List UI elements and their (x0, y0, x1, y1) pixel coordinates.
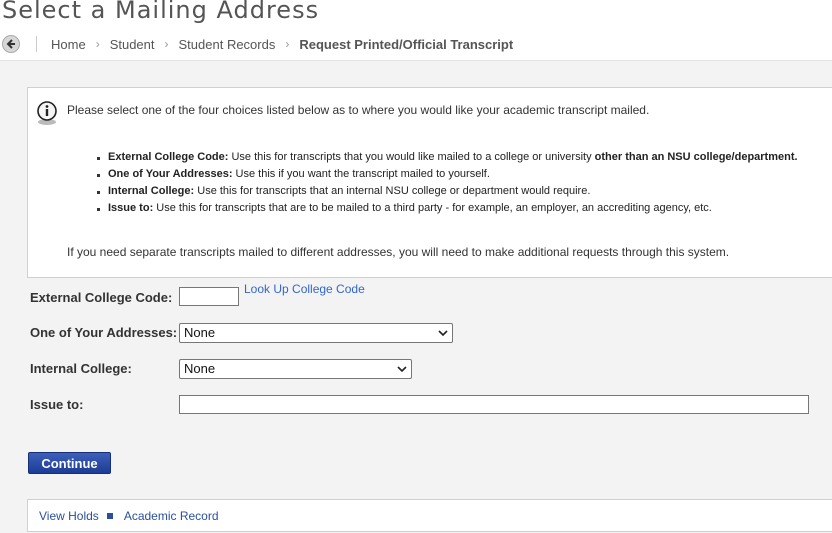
internal-college-select[interactable]: None (179, 359, 412, 379)
info-box: Please select one of the four choices li… (27, 87, 832, 278)
issue-to-label: Issue to: (30, 397, 84, 412)
page-title: Select a Mailing Address (2, 0, 320, 24)
breadcrumb-separator: › (164, 37, 169, 51)
choice-term: Issue to: (108, 202, 154, 214)
chevron-down-icon (397, 366, 407, 373)
back-button[interactable] (2, 35, 20, 53)
breadcrumb-separator: › (95, 37, 100, 51)
chevron-down-icon (438, 330, 448, 337)
your-addresses-select[interactable]: None (179, 323, 453, 343)
footer-links: View Holds Academic Record (27, 499, 832, 532)
choice-text: Use this if you want the transcript mail… (232, 168, 490, 180)
academic-record-link[interactable]: Academic Record (124, 509, 219, 523)
breadcrumb-student[interactable]: Student (110, 37, 155, 52)
view-holds-link[interactable]: View Holds (39, 509, 99, 523)
choice-text: Use this for transcripts that an interna… (194, 185, 591, 197)
breadcrumb-current: Request Printed/Official Transcript (299, 36, 514, 52)
breadcrumb: Home › Student › Student Records › Reque… (0, 30, 832, 58)
breadcrumb-separator: › (285, 37, 290, 51)
internal-college-selected: None (184, 361, 216, 376)
your-addresses-label: One of Your Addresses: (30, 325, 178, 340)
choice-term: Internal College: (108, 185, 195, 197)
external-college-code-label: External College Code: (30, 290, 173, 305)
continue-button[interactable]: Continue (28, 452, 111, 474)
choice-text: Use this for transcripts that you would … (228, 151, 595, 163)
info-footer: If you need separate transcripts mailed … (67, 245, 730, 259)
choices-list: External College Code: Use this for tran… (97, 149, 798, 217)
choice-issue-to: Issue to: Use this for transcripts that … (97, 200, 798, 217)
info-icon (35, 100, 61, 131)
breadcrumb-divider (36, 36, 37, 52)
choice-internal-college: Internal College: Use this for transcrip… (97, 183, 798, 200)
external-college-code-input[interactable] (179, 287, 239, 306)
your-addresses-selected: None (184, 325, 216, 340)
choice-external-college: External College Code: Use this for tran… (97, 149, 798, 166)
look-up-college-code-link[interactable]: Look Up College Code (244, 282, 365, 296)
main-content: Please select one of the four choices li… (0, 60, 832, 533)
breadcrumb-student-records[interactable]: Student Records (179, 37, 276, 52)
footer-bullet (106, 512, 113, 519)
choice-term: One of Your Addresses: (108, 168, 233, 180)
breadcrumb-home[interactable]: Home (51, 37, 86, 52)
choice-text: Use this for transcripts that are to be … (153, 202, 712, 214)
info-intro: Please select one of the four choices li… (67, 103, 650, 117)
choice-term: External College Code: (108, 151, 229, 163)
issue-to-input[interactable] (179, 395, 809, 414)
back-arrow-icon (6, 39, 15, 49)
choice-emphasis: other than an NSU college/department. (594, 151, 798, 163)
choice-your-addresses: One of Your Addresses: Use this if you w… (97, 166, 798, 183)
internal-college-label: Internal College: (30, 361, 132, 376)
